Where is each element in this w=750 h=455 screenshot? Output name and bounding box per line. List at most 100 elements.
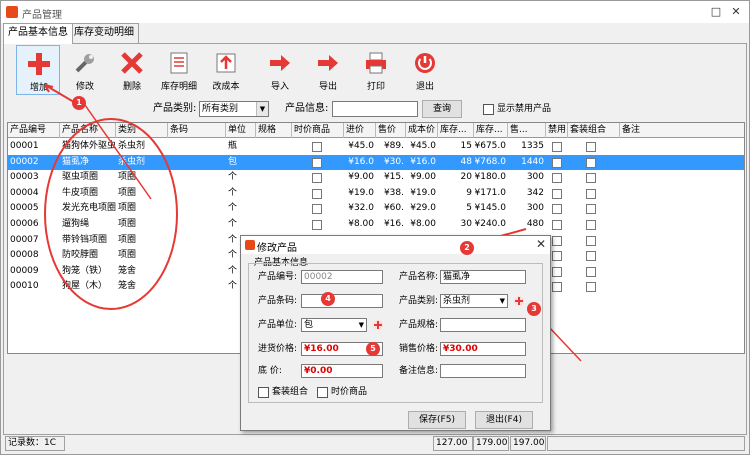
column-header[interactable]: 成本价 <box>406 123 438 138</box>
time-price-checkbox[interactable] <box>312 188 322 199</box>
show-disabled-checkbox[interactable] <box>483 104 494 115</box>
column-header[interactable]: 进价 <box>344 123 376 138</box>
column-header[interactable]: 产品名称 <box>60 123 116 138</box>
add-category-icon[interactable] <box>513 295 525 307</box>
delete-button[interactable]: 删除 <box>110 45 154 95</box>
spec-field[interactable] <box>440 318 526 332</box>
disabled-checkbox[interactable] <box>552 220 562 230</box>
set-combo-checkbox[interactable] <box>586 266 596 277</box>
disabled-checkbox[interactable] <box>552 204 562 215</box>
set-combo-checkbox[interactable] <box>586 142 596 152</box>
disabled-checkbox[interactable] <box>552 282 562 293</box>
exit-button[interactable]: 退出 <box>403 45 447 95</box>
time-price-checkbox[interactable] <box>312 157 322 168</box>
plus-icon <box>28 53 50 75</box>
table-cell-id: 00010 <box>10 281 39 292</box>
disabled-checkbox[interactable] <box>552 266 562 277</box>
table-row[interactable]: 00003 驱虫项圈 项圈 个 ¥9.00 ¥15. ¥9.00 20 ¥180.0 300 <box>8 170 744 186</box>
category-filter-label: 产品类别: <box>153 103 197 114</box>
table-row[interactable]: 00001 猫狗体外驱虫 杀虫剂 瓶 ¥45.0 ¥89. ¥45.0 15 ¥675.0 133… <box>8 139 744 155</box>
column-header[interactable]: 规格 <box>256 123 292 138</box>
table-cell-id: 00009 <box>10 265 39 276</box>
table-cell-barcode <box>168 155 226 171</box>
table-cell-sold: 1335 <box>521 141 544 151</box>
table-cell-unit: 瓶 <box>228 141 238 151</box>
add-unit-icon[interactable] <box>372 319 384 331</box>
stock-detail-button[interactable]: 库存明细 <box>157 45 201 95</box>
import-button[interactable]: 导入 <box>258 45 302 95</box>
change-cost-button[interactable]: 改成本 <box>204 45 248 95</box>
column-header[interactable]: 单位 <box>226 123 256 138</box>
set-combo-checkbox[interactable] <box>586 157 596 168</box>
column-header[interactable]: 套装组合 <box>568 123 620 138</box>
column-header[interactable]: 类别 <box>116 123 168 138</box>
set-combo-checkbox[interactable] <box>586 251 596 262</box>
set-combo-checkbox[interactable] <box>258 387 269 398</box>
column-header[interactable]: 售价 <box>376 123 406 138</box>
disabled-checkbox[interactable] <box>552 188 562 199</box>
time-price-checkbox[interactable] <box>317 387 328 398</box>
tab-product-info[interactable]: 产品基本信息 <box>3 23 73 44</box>
table-cell-category: 杀虫剂 <box>118 156 146 167</box>
table-cell-name: 牛皮项圈 <box>62 187 99 198</box>
app-icon <box>6 6 18 18</box>
exit-label: 退出 <box>415 82 434 92</box>
save-button[interactable]: 保存(F5) <box>408 411 466 429</box>
add-button[interactable]: 增加 <box>16 45 60 95</box>
column-header[interactable]: 备注 <box>620 123 744 138</box>
disabled-checkbox[interactable] <box>552 157 562 168</box>
table-row[interactable]: 00006 遛狗绳 项圈 个 ¥8.00 ¥16. ¥8.00 30 ¥240.0 480 <box>8 217 744 233</box>
sale-price-field[interactable]: ¥30.00 <box>440 342 526 356</box>
import-arrow-icon <box>270 55 290 71</box>
barcode-field[interactable] <box>301 294 383 308</box>
set-combo-checkbox[interactable] <box>586 235 596 246</box>
search-button[interactable]: 查询 <box>422 100 462 118</box>
column-header[interactable]: 库存... <box>438 123 474 138</box>
table-row[interactable]: 00004 牛皮项圈 项圈 个 ¥19.0 ¥38. ¥19.0 9 ¥171.0 342 <box>8 186 744 202</box>
disabled-checkbox[interactable] <box>552 235 562 246</box>
print-button[interactable]: 打印 <box>354 45 398 95</box>
table-row[interactable]: 00005 发光充电项圈 项圈 个 ¥32.0 ¥60. ¥29.0 5 ¥145.0 300 <box>8 201 744 217</box>
base-price-field[interactable]: ¥0.00 <box>301 364 383 378</box>
note-field[interactable] <box>440 364 526 378</box>
disabled-checkbox[interactable] <box>552 251 562 262</box>
table-row[interactable]: 00002 猫虱净 杀虫剂 包 ¥16.0 ¥30. ¥16.0 48 ¥768.0 1440 <box>8 154 744 171</box>
dialog-close-button[interactable]: ✕ <box>536 237 546 251</box>
time-price-checkbox[interactable] <box>312 220 322 230</box>
maximize-button[interactable]: □ <box>707 3 725 21</box>
table-cell-id: 00006 <box>10 219 39 229</box>
category-filter-select[interactable]: 所有类别 ▼ <box>199 101 269 117</box>
product-info-input[interactable] <box>332 101 418 117</box>
table-cell-barcode <box>168 186 226 202</box>
set-combo-checkbox[interactable] <box>586 173 596 184</box>
disabled-checkbox[interactable] <box>552 142 562 152</box>
column-header[interactable]: 售... <box>508 123 546 138</box>
code-field[interactable]: 00002 <box>301 270 383 284</box>
table-cell-stock: 30 <box>460 219 472 229</box>
name-field[interactable]: 猫虱净 <box>440 270 526 284</box>
table-cell-unit: 个 <box>228 172 238 183</box>
column-header[interactable]: 条码 <box>168 123 226 138</box>
column-header[interactable]: 时价商品 <box>292 123 344 138</box>
dialog-exit-button[interactable]: 退出(F4) <box>475 411 533 429</box>
table-cell-purchase: ¥16.0 <box>348 156 374 167</box>
unit-select[interactable]: 包 ▼ <box>301 318 367 332</box>
set-combo-checkbox[interactable] <box>586 204 596 215</box>
column-header[interactable]: 产品编号 <box>8 123 60 138</box>
column-header[interactable]: 禁用 <box>546 123 568 138</box>
set-combo-checkbox[interactable] <box>586 188 596 199</box>
export-button[interactable]: 导出 <box>306 45 350 95</box>
table-cell-cost: ¥45.0 <box>410 141 436 151</box>
add-label: 增加 <box>29 83 48 93</box>
tab-stock-changes[interactable]: 库存变动明细 <box>69 23 139 43</box>
edit-button[interactable]: 修改 <box>63 45 107 95</box>
column-header[interactable]: 库存... <box>474 123 508 138</box>
close-window-button[interactable]: ✕ <box>727 3 745 21</box>
time-price-checkbox[interactable] <box>312 204 322 215</box>
time-price-checkbox[interactable] <box>312 142 322 152</box>
category-select[interactable]: 杀虫剂 ▼ <box>440 294 508 308</box>
time-price-checkbox[interactable] <box>312 173 322 184</box>
set-combo-checkbox[interactable] <box>586 282 596 293</box>
disabled-checkbox[interactable] <box>552 173 562 184</box>
set-combo-checkbox[interactable] <box>586 220 596 230</box>
